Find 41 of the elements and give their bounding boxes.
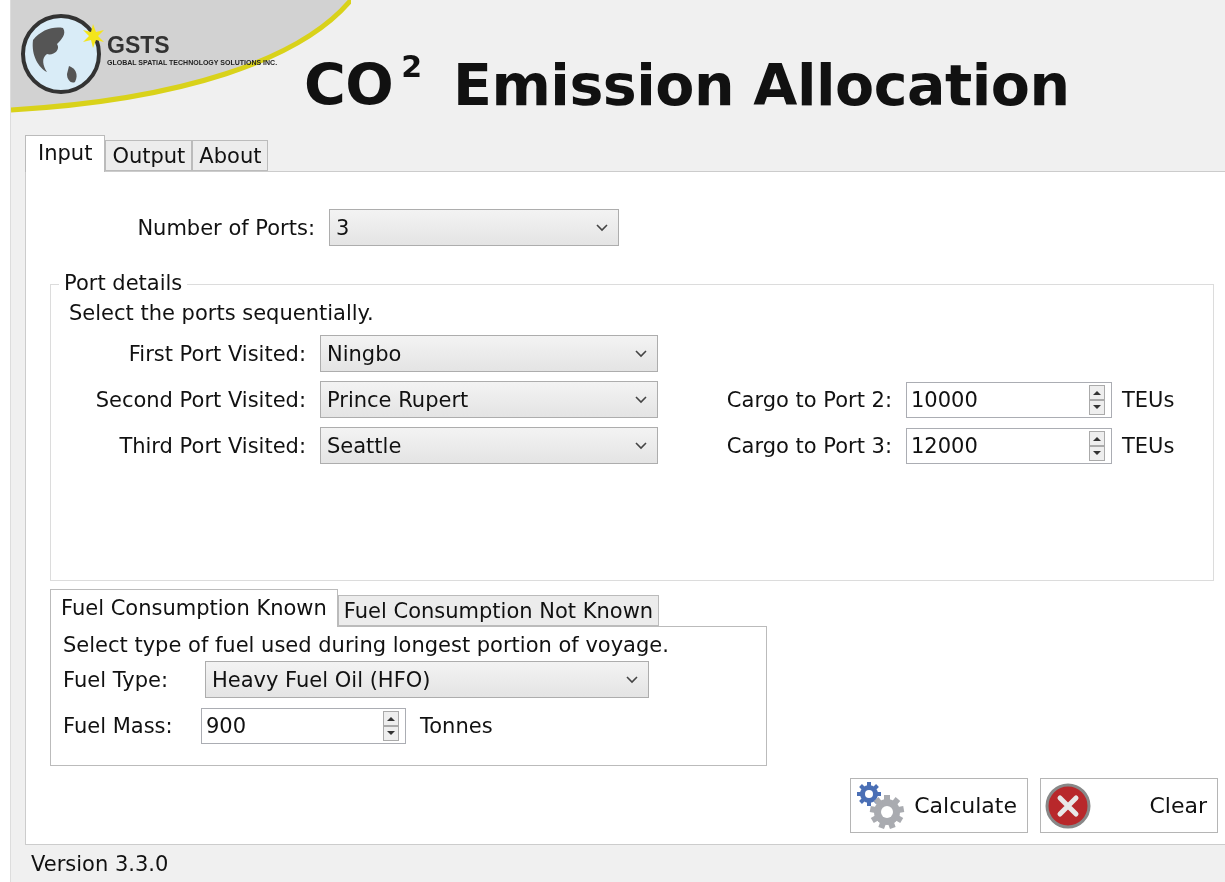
hint-text: Select type of fuel used during longest portion of voyage. bbox=[63, 633, 670, 657]
fuel-type-dropdown[interactable]: Heavy Fuel Oil (HFO) bbox=[205, 661, 649, 698]
close-icon bbox=[1045, 782, 1091, 829]
field-label: Second Port Visited: bbox=[94, 387, 306, 412]
port-dropdown[interactable]: Seattle bbox=[320, 427, 658, 464]
cargo-spinbox[interactable]: 12000 bbox=[906, 427, 1112, 464]
field-label: Third Port Visited: bbox=[118, 433, 306, 458]
fuel-mass-spinbox[interactable]: 900 bbox=[201, 708, 406, 744]
spin-arrows-icon[interactable] bbox=[383, 711, 399, 741]
field-label: First Port Visited: bbox=[127, 341, 306, 366]
cargo-spinbox[interactable]: 10000 bbox=[906, 381, 1112, 418]
field-label: Number of Ports: bbox=[136, 215, 315, 240]
unit-label: Tonnes bbox=[420, 714, 493, 738]
gears-icon bbox=[855, 781, 907, 830]
chevron-down-icon bbox=[635, 349, 647, 358]
spin-arrows-icon[interactable] bbox=[1089, 384, 1105, 415]
chevron-down-icon bbox=[596, 223, 608, 232]
spin-arrows-icon[interactable] bbox=[1089, 430, 1105, 461]
tab[interactable]: Output bbox=[105, 140, 193, 171]
field-label: Fuel Type: bbox=[63, 667, 169, 692]
field-label: Cargo to Port 3: bbox=[725, 433, 892, 458]
tab[interactable]: Fuel Consumption Known bbox=[50, 589, 338, 627]
tab[interactable]: Fuel Consumption Not Known bbox=[337, 595, 660, 626]
chevron-down-icon bbox=[635, 441, 647, 450]
chevron-down-icon bbox=[626, 675, 638, 684]
ports-count-dropdown[interactable]: 3 bbox=[329, 209, 619, 246]
tab[interactable]: About bbox=[192, 140, 269, 171]
calculate-button[interactable]: Calculate bbox=[850, 778, 1028, 833]
field-label: Cargo to Port 2: bbox=[725, 387, 892, 412]
unit-label: TEUs bbox=[1122, 433, 1175, 458]
app-title: CO$^{2}$ Emission Allocation bbox=[304, 52, 1070, 114]
chevron-down-icon bbox=[635, 395, 647, 404]
tab[interactable]: Input bbox=[25, 135, 106, 172]
port-dropdown[interactable]: Prince Rupert bbox=[320, 381, 658, 418]
logo-name: GSTS bbox=[107, 34, 171, 57]
hint-text: Select the ports sequentially. bbox=[69, 301, 375, 325]
port-dropdown[interactable]: Ningbo bbox=[320, 335, 658, 372]
field-label: Fuel Mass: bbox=[63, 714, 174, 738]
clear-button[interactable]: Clear bbox=[1040, 778, 1218, 833]
version-text: Version 3.3.0 bbox=[31, 852, 169, 876]
unit-label: TEUs bbox=[1122, 387, 1175, 412]
